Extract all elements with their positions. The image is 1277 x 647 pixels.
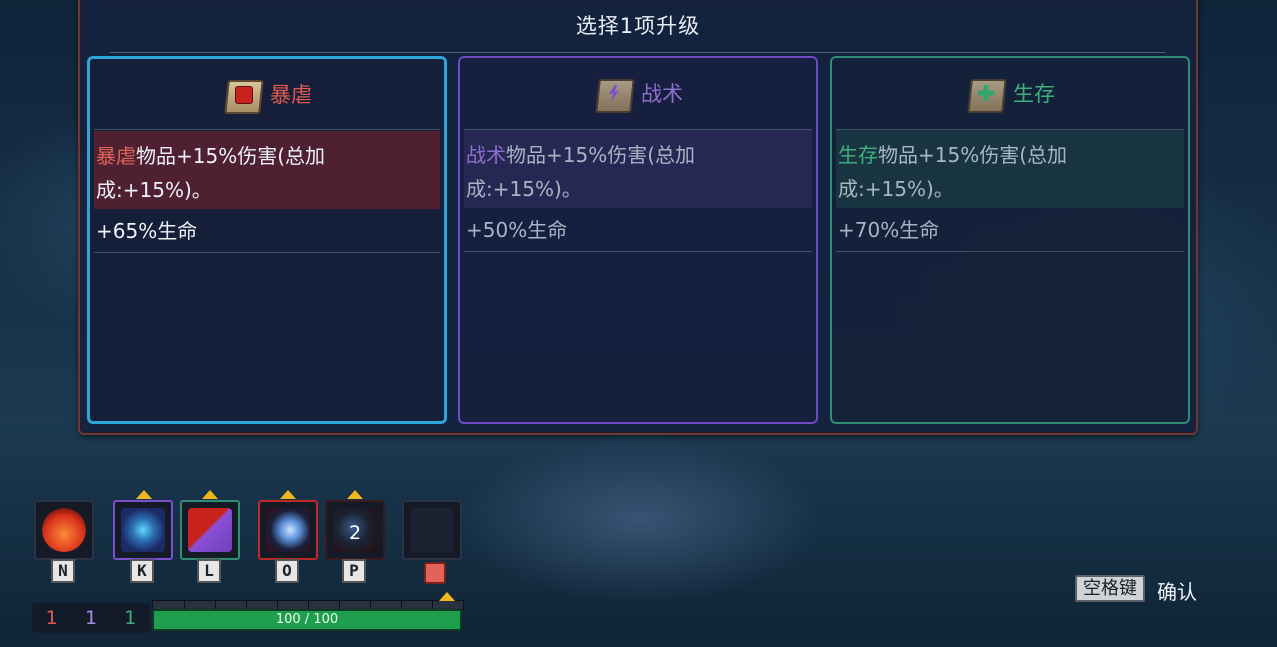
tactic-count: 1 — [84, 607, 98, 629]
category-keyword: 生存 — [838, 143, 878, 167]
hotbar-slot-empty[interactable] — [402, 500, 462, 560]
card-header: 暴虐 — [90, 69, 444, 119]
upgrade-card-rage[interactable]: 暴虐 暴虐物品+15%伤害(总加成:+15%)。 +65%生命 — [87, 56, 447, 424]
item-count: 2 — [349, 522, 362, 544]
spacebar-key[interactable]: 空格键 — [1075, 575, 1145, 602]
upgrade-card-tactic[interactable]: 战术 战术物品+15%伤害(总加成:+15%)。 +50%生命 — [458, 56, 818, 424]
key-label: P — [342, 559, 366, 583]
card-header: 生存 — [832, 68, 1188, 118]
whip-icon — [121, 508, 165, 552]
hotbar-slot-l[interactable] — [180, 500, 240, 560]
upgrade-arrow-icon — [136, 490, 152, 499]
divider — [94, 129, 440, 130]
title-divider — [110, 52, 1166, 53]
hotbar-slot-o[interactable] — [258, 500, 318, 560]
category-counts: 1 1 1 — [32, 603, 150, 633]
upgrade-arrow-icon — [347, 490, 363, 499]
shield-icon — [188, 508, 232, 552]
card-description: 暴虐物品+15%伤害(总加成:+15%)。 — [94, 131, 440, 209]
orb-icon — [266, 508, 310, 552]
key-label: N — [51, 559, 75, 583]
card-stat: +70%生命 — [838, 218, 940, 242]
card-header: 战术 — [460, 68, 816, 118]
divider — [836, 251, 1184, 252]
hotbar-slot-n[interactable] — [34, 500, 94, 560]
hotbar-slot-k[interactable] — [113, 500, 173, 560]
rage-count: 1 — [45, 607, 58, 629]
health-bar: 100 / 100 — [152, 609, 462, 631]
hotbar-slot-p[interactable]: 2 — [325, 500, 385, 560]
key-label: K — [130, 559, 154, 583]
lightning-scroll-icon — [593, 73, 635, 113]
dialog-title: 选择1项升级 — [575, 14, 701, 38]
card-title: 暴虐 — [270, 83, 312, 107]
card-description: 战术物品+15%伤害(总加成:+15%)。 — [464, 130, 812, 208]
divider — [94, 252, 440, 253]
potion-icon — [42, 508, 86, 552]
card-description: 生存物品+15%伤害(总加成:+15%)。 — [836, 130, 1184, 208]
upgrade-arrow-icon — [202, 490, 218, 499]
head-icon — [424, 562, 446, 584]
card-title: 战术 — [641, 82, 683, 106]
category-keyword: 暴虐 — [96, 144, 136, 168]
card-title: 生存 — [1013, 82, 1055, 106]
fist-scroll-icon — [222, 74, 264, 114]
key-label: L — [197, 559, 221, 583]
card-stat: +50%生命 — [466, 218, 568, 242]
upgrade-arrow-icon — [280, 490, 296, 499]
upgrade-arrow-icon — [439, 592, 455, 601]
survival-count: 1 — [124, 607, 137, 629]
key-label: O — [275, 559, 299, 583]
upgrade-card-survival[interactable]: 生存 生存物品+15%伤害(总加成:+15%)。 +70%生命 — [830, 56, 1190, 424]
empty-slot — [410, 508, 454, 552]
category-keyword: 战术 — [466, 143, 506, 167]
divider — [464, 251, 812, 252]
cross-scroll-icon — [965, 73, 1007, 113]
card-stat: +65%生命 — [96, 219, 198, 243]
confirm-label[interactable]: 确认 — [1157, 576, 1197, 605]
